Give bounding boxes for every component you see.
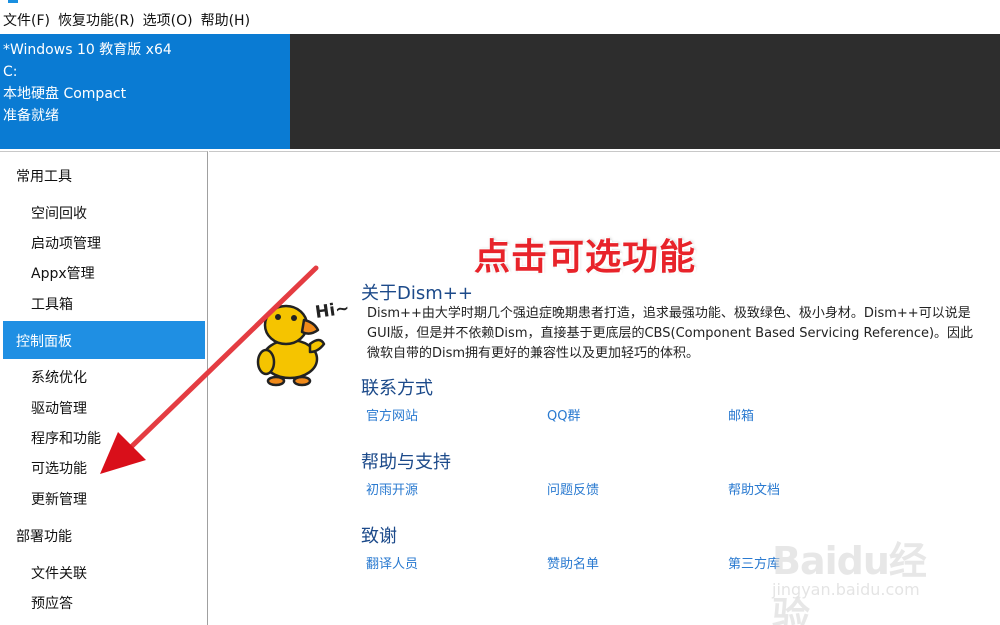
header-dark-area xyxy=(290,34,1000,149)
menu-restore[interactable]: 恢复功能(R) xyxy=(55,8,140,34)
sidebar-group-deploy[interactable]: 部署功能 xyxy=(16,526,72,546)
mascot-greeting: Hi~ xyxy=(314,298,351,323)
link-sponsors[interactable]: 赞助名单 xyxy=(547,553,599,572)
duck-mascot-icon: Hi~ xyxy=(256,298,351,387)
sidebar-item-toolbox[interactable]: 工具箱 xyxy=(31,294,73,314)
menu-help[interactable]: 帮助(H) xyxy=(198,8,255,34)
sidebar-item-startup[interactable]: 启动项管理 xyxy=(31,233,101,253)
about-line-3: 微软自带的Dism拥有更好的兼容性以及更加轻巧的体积。 xyxy=(367,346,700,361)
about-line-1: Dism++由大学时期几个强迫症晚期患者打造，追求最强功能、极致绿色、极小身材。… xyxy=(367,306,971,321)
annotation-caption: 点击可选功能 xyxy=(474,237,697,278)
about-line-2: GUI版，但是并不依赖Dism，直接基于更底层的CBS(Component Ba… xyxy=(367,326,974,341)
sidebar: 常用工具 空间回收 启动项管理 Appx管理 工具箱 控制面板 系统优化 驱动管… xyxy=(0,151,208,625)
menu-file[interactable]: 文件(F) xyxy=(0,8,55,34)
session-header: *Windows 10 教育版 x64 C: 本地硬盘 Compact 准备就绪 xyxy=(0,34,1000,149)
sidebar-item-space-recovery[interactable]: 空间回收 xyxy=(31,203,87,223)
menu-options[interactable]: 选项(O) xyxy=(140,8,198,34)
system-info-card[interactable]: *Windows 10 教育版 x64 C: 本地硬盘 Compact 准备就绪 xyxy=(0,34,290,149)
disk-type: 本地硬盘 Compact xyxy=(3,86,127,102)
support-title: 帮助与支持 xyxy=(361,452,451,473)
about-description: Dism++由大学时期几个强迫症晚期患者打造，追求最强功能、极致绿色、极小身材。… xyxy=(367,304,1000,364)
os-name: *Windows 10 教育版 x64 xyxy=(3,42,172,58)
watermark-brand: Baidu经验 xyxy=(772,539,927,625)
link-translators[interactable]: 翻译人员 xyxy=(366,553,418,572)
watermark-url: jingyan.baidu.com xyxy=(772,580,920,599)
link-feedback[interactable]: 问题反馈 xyxy=(547,479,599,498)
link-open-source[interactable]: 初雨开源 xyxy=(366,479,418,498)
link-email[interactable]: 邮箱 xyxy=(728,405,754,424)
title-strip xyxy=(0,0,1000,6)
sidebar-item-file-assoc[interactable]: 文件关联 xyxy=(31,563,87,583)
status-text: 准备就绪 xyxy=(3,108,59,124)
sidebar-group-common[interactable]: 常用工具 xyxy=(16,166,72,186)
drive-letter: C: xyxy=(3,64,18,80)
link-qq-group[interactable]: QQ群 xyxy=(547,405,580,424)
about-title: 关于Dism++ xyxy=(361,283,473,304)
dism-window: 文件(F) 恢复功能(R) 选项(O) 帮助(H) *Windows 10 教育… xyxy=(0,0,1000,625)
sidebar-item-updates[interactable]: 更新管理 xyxy=(31,489,87,509)
menu-bar: 文件(F) 恢复功能(R) 选项(O) 帮助(H) xyxy=(0,8,255,34)
thanks-title: 致谢 xyxy=(361,526,397,547)
contact-title: 联系方式 xyxy=(361,378,433,399)
baidu-watermark: Baidu经验 jingyan.baidu.com xyxy=(772,530,962,625)
sidebar-item-optional-features[interactable]: 可选功能 xyxy=(31,458,87,478)
sidebar-item-appx[interactable]: Appx管理 xyxy=(31,263,95,283)
sidebar-item-unattend[interactable]: 预应答 xyxy=(31,593,73,613)
title-accent xyxy=(8,0,18,3)
link-official-site[interactable]: 官方网站 xyxy=(366,405,418,424)
link-help-docs[interactable]: 帮助文档 xyxy=(728,479,780,498)
sidebar-item-system-optimize[interactable]: 系统优化 xyxy=(31,367,87,387)
sidebar-group-control-label: 控制面板 xyxy=(16,334,72,350)
sidebar-group-control-selected[interactable]: 控制面板 xyxy=(3,321,205,359)
sidebar-item-programs[interactable]: 程序和功能 xyxy=(31,428,101,448)
sidebar-item-drivers[interactable]: 驱动管理 xyxy=(31,398,87,418)
